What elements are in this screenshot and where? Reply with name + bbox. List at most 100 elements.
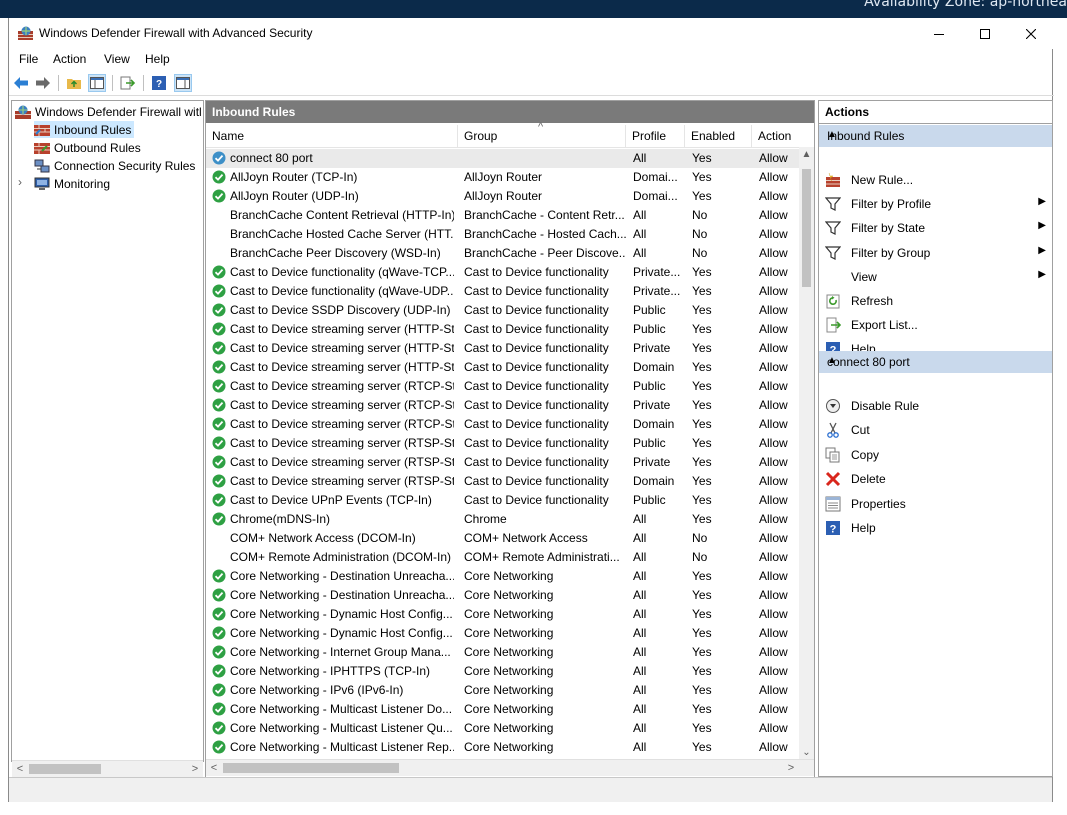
action-refresh[interactable]: Refresh <box>819 290 1052 312</box>
export-icon <box>826 317 841 333</box>
scroll-up-icon[interactable]: ▲ <box>799 147 814 161</box>
table-row[interactable]: BranchCache Hosted Cache Server (HTT... B… <box>206 225 799 244</box>
action-cut[interactable]: Cut <box>819 419 1052 441</box>
maximize-button[interactable] <box>962 18 1008 49</box>
column-header-enabled[interactable]: Enabled <box>685 125 752 147</box>
table-row[interactable]: Cast to Device streaming server (RTCP-St… <box>206 396 799 415</box>
svg-text:?: ? <box>156 79 162 90</box>
actions-section-inbound-rules[interactable]: Inbound Rules ▲ <box>819 125 1052 147</box>
tree-item-connection-security-rules[interactable]: Connection Security Rules <box>34 157 195 174</box>
menu-help[interactable]: Help <box>145 52 170 66</box>
rules-vertical-scrollbar[interactable]: ▲ ⌄ <box>799 147 814 759</box>
cell-enabled: Yes <box>692 474 712 488</box>
action-new-rule[interactable]: New Rule... <box>819 169 1052 191</box>
table-row[interactable]: Core Networking - Multicast Listener Rep… <box>206 738 799 757</box>
action-delete[interactable]: Delete <box>819 468 1052 490</box>
table-row[interactable]: AllJoyn Router (TCP-In) AllJoyn Router Dom… <box>206 168 799 187</box>
tree-item-inbound-rules[interactable]: Inbound Rules <box>34 121 135 138</box>
column-header-name[interactable]: Name <box>206 125 458 147</box>
action-export-list[interactable]: Export List... <box>819 314 1052 336</box>
show-hide-console-tree-button[interactable] <box>88 74 106 92</box>
scrollbar-thumb[interactable] <box>29 764 101 774</box>
action-filter-by-state[interactable]: Filter by State ▶ <box>819 217 1052 239</box>
firewall-app-icon <box>18 26 33 40</box>
table-row[interactable]: Cast to Device streaming server (HTTP-St… <box>206 339 799 358</box>
action-filter-by-profile[interactable]: Filter by Profile ▶ <box>819 193 1052 215</box>
scrollbar-thumb[interactable] <box>223 763 399 773</box>
table-row[interactable]: Cast to Device streaming server (HTTP-St… <box>206 320 799 339</box>
close-button[interactable] <box>1008 18 1054 49</box>
tree-horizontal-scrollbar[interactable]: < > <box>12 760 203 777</box>
tree-root[interactable]: Windows Defender Firewall witl <box>15 103 202 120</box>
cell-enabled: Yes <box>692 360 712 374</box>
table-row[interactable]: Cast to Device SSDP Discovery (UDP-In) Ca… <box>206 301 799 320</box>
table-row[interactable]: Core Networking - Dynamic Host Config...… <box>206 624 799 643</box>
menu-action[interactable]: Action <box>53 52 86 66</box>
table-row[interactable]: Cast to Device streaming server (HTTP-St… <box>206 358 799 377</box>
table-row[interactable]: Core Networking - Internet Group Mana...… <box>206 643 799 662</box>
filter-icon <box>825 246 841 260</box>
column-header-action[interactable]: Action <box>752 125 799 147</box>
scroll-left-icon[interactable]: < <box>207 760 221 776</box>
action-help[interactable]: ? Help <box>819 517 1052 539</box>
title-bar[interactable]: Windows Defender Firewall with Advanced … <box>9 18 1054 49</box>
table-row[interactable]: Core Networking - Dynamic Host Config...… <box>206 605 799 624</box>
show-hide-action-pane-button[interactable] <box>174 74 192 92</box>
scroll-down-icon[interactable]: ⌄ <box>799 745 814 759</box>
inbound-rules-pane: Inbound Rules Name Group ^ Profile Enabl… <box>205 100 815 778</box>
expand-monitoring-chevron-icon[interactable]: › <box>18 175 22 189</box>
scroll-left-icon[interactable]: < <box>13 761 27 777</box>
table-row[interactable]: Core Networking - Multicast Listener Qu.… <box>206 719 799 738</box>
menu-file[interactable]: File <box>19 52 38 66</box>
table-row[interactable]: Cast to Device streaming server (RTSP-St… <box>206 453 799 472</box>
scroll-right-icon[interactable]: > <box>784 760 798 776</box>
collapse-icon[interactable]: ▲ <box>827 355 1044 366</box>
cell-profile: Domai... <box>633 170 678 184</box>
table-row[interactable]: BranchCache Peer Discovery (WSD-In) Branc… <box>206 244 799 263</box>
table-row[interactable]: Core Networking - Multicast Listener Do.… <box>206 700 799 719</box>
table-row[interactable]: COM+ Remote Administration (DCOM-In) COM+… <box>206 548 799 567</box>
cell-name: Cast to Device streaming server (HTTP-St… <box>230 341 454 355</box>
table-row[interactable]: Core Networking - IPv6 (IPv6-In) Core Net… <box>206 681 799 700</box>
column-header-group[interactable]: Group ^ <box>458 121 626 147</box>
minimize-button[interactable] <box>916 18 962 49</box>
forward-button[interactable] <box>34 74 52 92</box>
action-filter-by-group[interactable]: Filter by Group ▶ <box>819 242 1052 264</box>
rules-horizontal-scrollbar[interactable]: < > <box>206 759 814 776</box>
tree-item-outbound-rules[interactable]: Outbound Rules <box>34 139 141 156</box>
scroll-right-icon[interactable]: > <box>188 761 202 777</box>
scrollbar-thumb[interactable] <box>802 169 811 287</box>
collapse-icon[interactable]: ▲ <box>827 129 1044 140</box>
table-row[interactable]: Cast to Device streaming server (RTSP-St… <box>206 472 799 491</box>
action-copy[interactable]: Copy <box>819 444 1052 466</box>
tree-item-monitoring[interactable]: Monitoring <box>34 175 110 192</box>
table-row[interactable]: Cast to Device streaming server (RTSP-St… <box>206 434 799 453</box>
table-row[interactable]: Cast to Device functionality (qWave-TCP.… <box>206 263 799 282</box>
help-button[interactable]: ? <box>150 74 168 92</box>
table-row[interactable]: BranchCache Content Retrieval (HTTP-In) B… <box>206 206 799 225</box>
back-button[interactable] <box>12 74 30 92</box>
action-disable-rule[interactable]: Disable Rule <box>819 395 1052 417</box>
up-one-level-button[interactable] <box>65 74 83 92</box>
action-properties[interactable]: Properties <box>819 493 1052 515</box>
table-row[interactable]: Core Networking - IPHTTPS (TCP-In) Core N… <box>206 662 799 681</box>
action-view[interactable]: View ▶ <box>819 266 1052 288</box>
table-row[interactable]: Cast to Device functionality (qWave-UDP.… <box>206 282 799 301</box>
cell-profile: Private... <box>633 284 681 298</box>
table-row[interactable]: AllJoyn Router (UDP-In) AllJoyn Router Dom… <box>206 187 799 206</box>
enabled-check-icon <box>212 664 226 678</box>
table-row[interactable]: Core Networking - Destination Unreacha..… <box>206 586 799 605</box>
actions-section-selected-rule[interactable]: connect 80 port ▲ <box>819 351 1052 373</box>
column-header-profile[interactable]: Profile <box>626 125 685 147</box>
menu-view[interactable]: View <box>104 52 130 66</box>
table-row[interactable]: Cast to Device UPnP Events (TCP-In) Cast … <box>206 491 799 510</box>
table-row[interactable]: COM+ Network Access (DCOM-In) COM+ Networ… <box>206 529 799 548</box>
table-row[interactable]: Cast to Device streaming server (RTCP-St… <box>206 415 799 434</box>
table-row[interactable]: Cast to Device streaming server (RTCP-St… <box>206 377 799 396</box>
export-list-button[interactable] <box>119 74 137 92</box>
cell-profile: All <box>633 740 647 754</box>
table-row[interactable]: Chrome(mDNS-In) Chrome All Yes Allow <box>206 510 799 529</box>
pane-title: Inbound Rules <box>212 105 296 119</box>
table-row[interactable]: connect 80 port All Yes Allow <box>206 149 799 168</box>
table-row[interactable]: Core Networking - Destination Unreacha..… <box>206 567 799 586</box>
